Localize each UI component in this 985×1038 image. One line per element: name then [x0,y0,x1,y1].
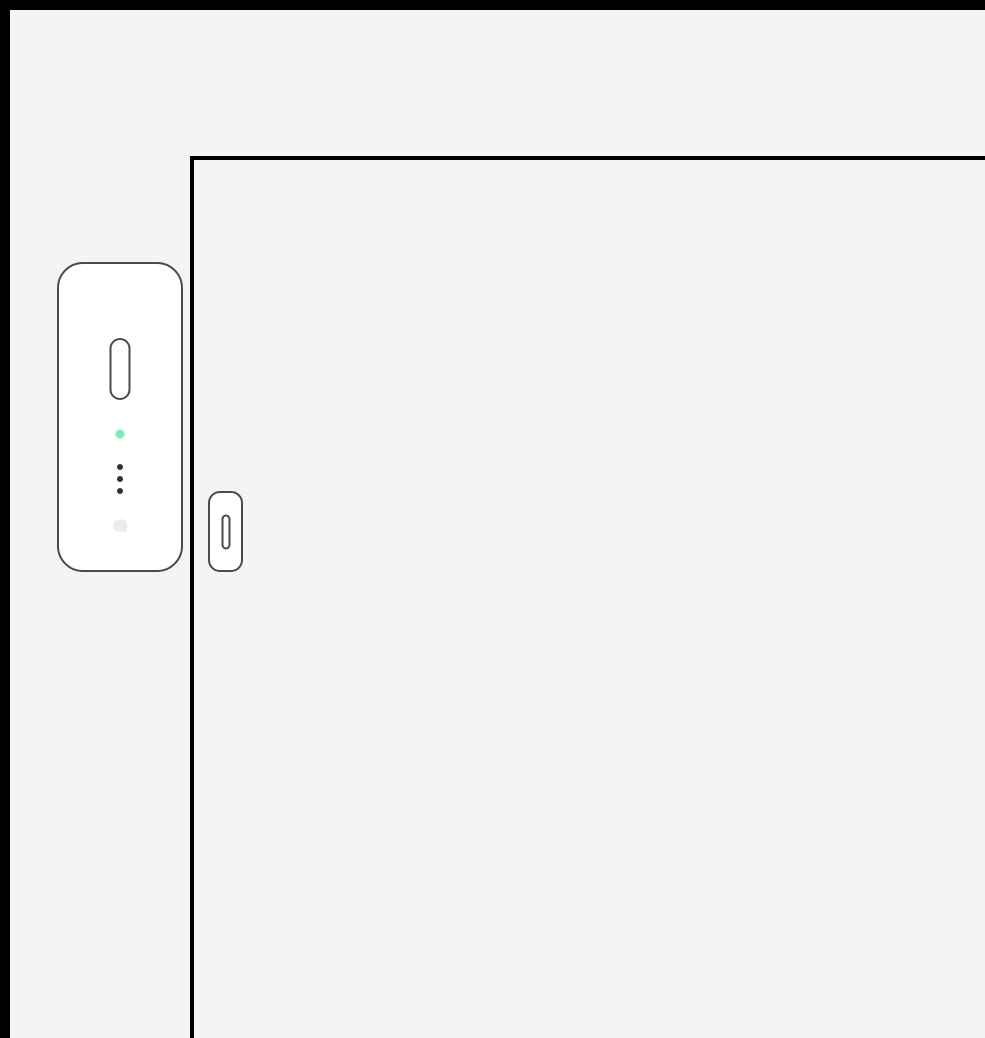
dot-icon [117,488,123,494]
sensor-magnet-unit [208,491,243,572]
sensor-main-unit [57,262,183,572]
magnet-slot-icon [221,514,230,549]
door-panel [190,156,985,1038]
dot-icon [117,464,123,470]
dot-icon [117,476,123,482]
speaker-dots-icon [117,464,123,494]
status-led-icon [116,430,124,438]
brand-logo-icon [109,516,131,543]
sensor-button-slot [110,338,131,400]
